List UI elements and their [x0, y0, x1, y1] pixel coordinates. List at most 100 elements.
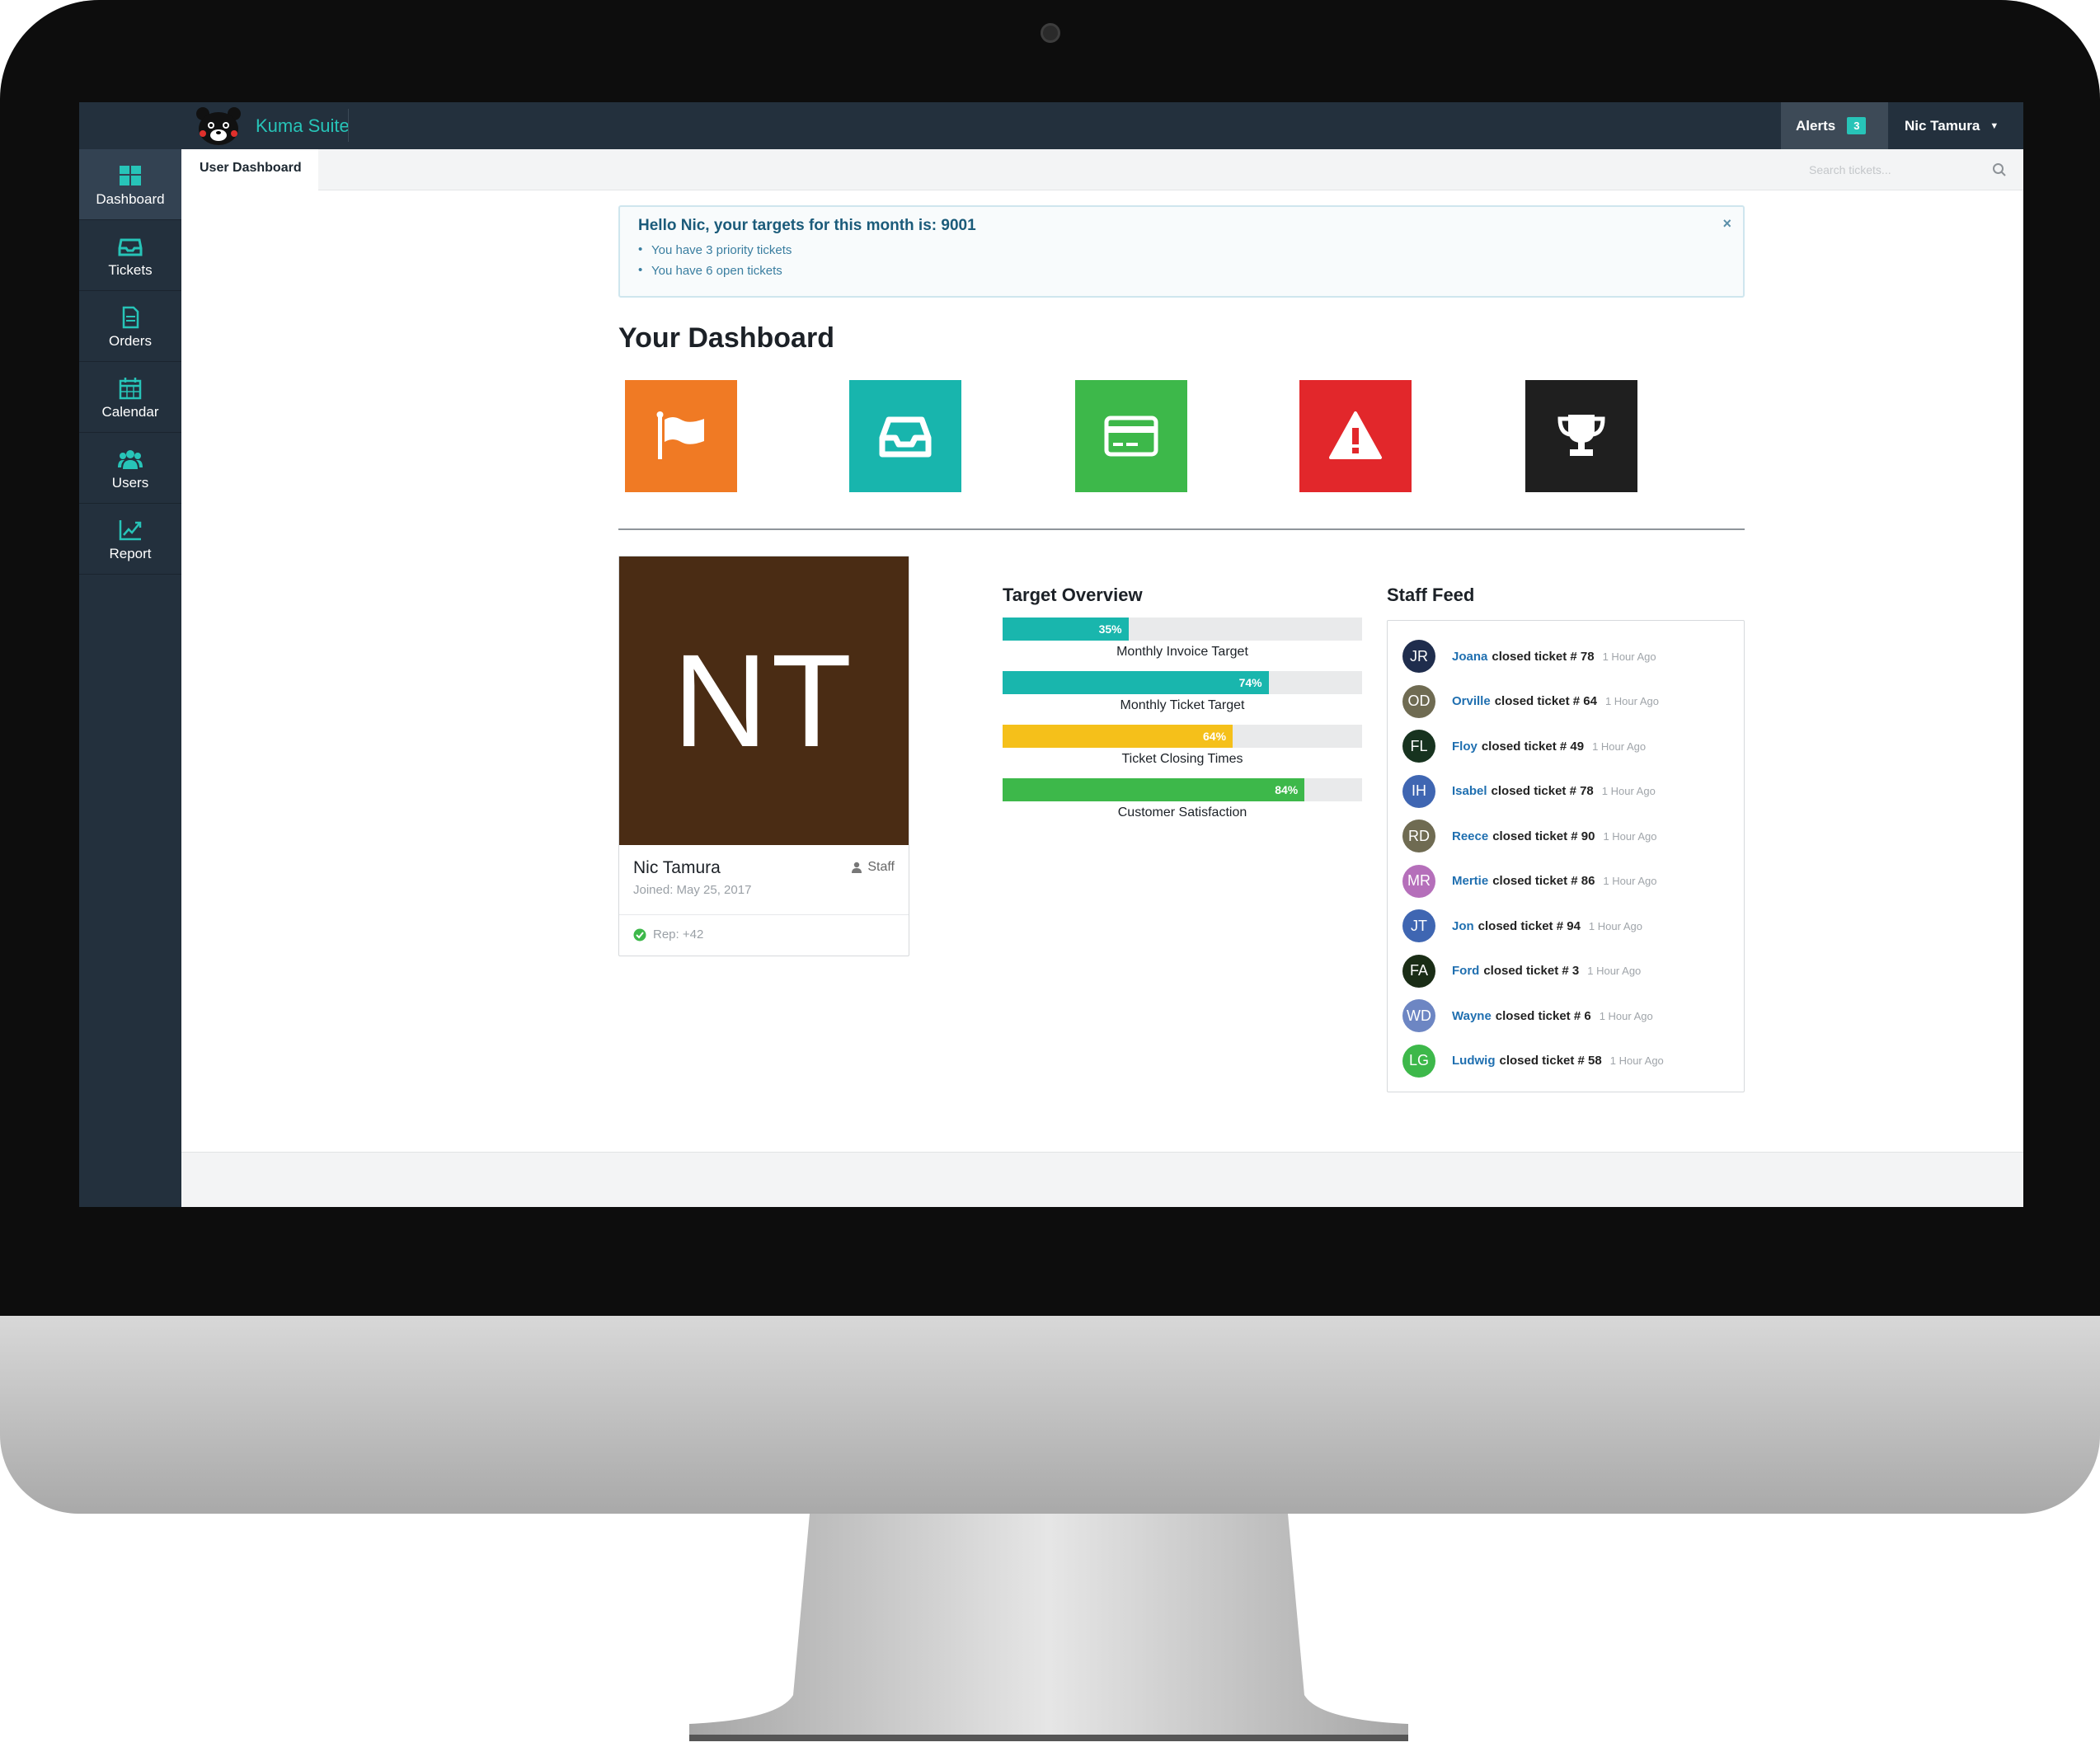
sidebar-item-label: Dashboard — [96, 191, 165, 207]
feed-item: OD Orville closed ticket # 64 1 Hour Ago — [1402, 679, 1744, 725]
feed-user-link[interactable]: Jon — [1452, 919, 1474, 933]
search-icon[interactable] — [1992, 162, 2007, 177]
avatar: WD — [1402, 999, 1435, 1033]
close-icon[interactable]: × — [1722, 215, 1731, 232]
users-icon — [118, 450, 143, 469]
tile-warning[interactable] — [1299, 380, 1412, 492]
brand-name: Kuma Suite — [256, 115, 350, 136]
feed-timestamp: 1 Hour Ago — [1609, 1054, 1664, 1068]
footer — [181, 1152, 2023, 1207]
staff-feed: JR Joana closed ticket # 78 1 Hour Ago OD Orv… — [1387, 620, 1745, 1092]
staff-feed-title: Staff Feed — [1387, 585, 1475, 605]
notice-item: You have 6 open tickets — [638, 263, 1725, 278]
feed-item: JT Jon closed ticket # 94 1 Hour Ago — [1402, 904, 1744, 949]
profile-role: Staff — [851, 860, 895, 875]
tile-inbox[interactable] — [849, 380, 961, 492]
top-navbar: Kuma Suite Alerts 3 Nic Tamura ▼ — [79, 102, 2023, 149]
progress-fill: 84% — [1003, 778, 1305, 801]
feed-action-text: closed ticket # 86 — [1492, 874, 1595, 889]
monitor-stand — [689, 1514, 1408, 1741]
avatar: RD — [1402, 819, 1435, 853]
feed-timestamp: 1 Hour Ago — [1599, 1009, 1653, 1022]
feed-timestamp: 1 Hour Ago — [1602, 650, 1656, 663]
profile-rep-value: Rep: +42 — [653, 928, 704, 942]
avatar: LG — [1402, 1044, 1435, 1078]
feed-item: RD Reece closed ticket # 90 1 Hour Ago — [1402, 814, 1744, 859]
user-menu-dropdown[interactable]: Nic Tamura ▼ — [1905, 102, 1999, 149]
feed-action-text: closed ticket # 3 — [1483, 964, 1580, 979]
notice-item: You have 3 priority tickets — [638, 242, 1725, 257]
sidebar-item-orders[interactable]: Orders — [79, 291, 181, 362]
feed-timestamp: 1 Hour Ago — [1603, 875, 1657, 888]
sidebar-item-report[interactable]: Report — [79, 504, 181, 575]
avatar: MR — [1402, 864, 1435, 898]
target-bars: 35% Monthly Invoice Target 74% Monthly Tick… — [1003, 618, 1362, 820]
webcam — [1041, 23, 1060, 43]
feed-user-link[interactable]: Orville — [1452, 694, 1491, 708]
sidebar-item-users[interactable]: Users — [79, 433, 181, 504]
feed-action-text: closed ticket # 94 — [1478, 918, 1581, 933]
warning-icon — [1329, 411, 1382, 459]
feed-user-link[interactable]: Floy — [1452, 740, 1478, 754]
sidebar: Dashboard Tickets Orders Calendar Users … — [79, 149, 181, 1207]
feed-user-link[interactable]: Joana — [1452, 650, 1487, 664]
feed-action-text: closed ticket # 90 — [1492, 829, 1595, 843]
feed-item: IH Isabel closed ticket # 78 1 Hour Ago — [1402, 769, 1744, 815]
main-content: Hello Nic, your targets for this month i… — [181, 190, 2023, 1092]
profile-role-label: Staff — [867, 860, 895, 874]
feed-item: LG Ludwig closed ticket # 58 1 Hour Ago — [1402, 1039, 1744, 1084]
imac-monitor: Kuma Suite Alerts 3 Nic Tamura ▼ Dashboa… — [0, 0, 2100, 1741]
feed-user-link[interactable]: Reece — [1452, 829, 1488, 843]
progress-fill: 64% — [1003, 725, 1233, 748]
search-input[interactable] — [1809, 163, 1992, 176]
progress-track: 84% — [1003, 778, 1362, 801]
avatar: IH — [1402, 774, 1435, 808]
sidebar-item-dashboard[interactable]: Dashboard — [79, 149, 181, 220]
progress-track: 35% — [1003, 618, 1362, 641]
inbox-icon — [118, 238, 143, 256]
brand[interactable]: Kuma Suite — [193, 102, 449, 149]
avatar: NT — [619, 557, 909, 845]
feed-user-link[interactable]: Ludwig — [1452, 1054, 1496, 1068]
avatar: OD — [1402, 684, 1435, 718]
feed-timestamp: 1 Hour Ago — [1588, 919, 1642, 932]
feed-action-text: closed ticket # 78 — [1492, 649, 1595, 664]
tile-flag[interactable] — [625, 380, 737, 492]
feed-user-link[interactable]: Mertie — [1452, 874, 1488, 888]
feed-action-text: closed ticket # 49 — [1481, 739, 1585, 754]
feed-item: JR Joana closed ticket # 78 1 Hour Ago — [1402, 634, 1744, 679]
sidebar-item-label: Orders — [109, 333, 152, 349]
feed-user-link[interactable]: Isabel — [1452, 784, 1487, 798]
profile-name: Nic Tamura — [633, 858, 721, 877]
feed-user-link[interactable]: Ford — [1452, 964, 1479, 978]
sidebar-item-calendar[interactable]: Calendar — [79, 362, 181, 433]
tab-user-dashboard[interactable]: User Dashboard — [181, 149, 318, 190]
check-circle-icon — [633, 928, 646, 941]
profile-divider — [619, 914, 909, 915]
targets-notice: Hello Nic, your targets for this month i… — [618, 205, 1745, 298]
progress-fill: 74% — [1003, 671, 1269, 694]
feed-timestamp: 1 Hour Ago — [1587, 965, 1642, 978]
feed-item: FL Floy closed ticket # 49 1 Hour Ago — [1402, 724, 1744, 769]
profile-joined-date: Joined: May 25, 2017 — [633, 883, 752, 897]
alerts-button[interactable]: Alerts 3 — [1781, 102, 1888, 149]
avatar: FA — [1402, 954, 1435, 988]
search-box — [1809, 159, 2007, 181]
tile-trophy[interactable] — [1525, 380, 1637, 492]
progress-track: 74% — [1003, 671, 1362, 694]
page-title: Your Dashboard — [618, 322, 834, 354]
tile-credit-card[interactable] — [1075, 380, 1187, 492]
feed-action-text: closed ticket # 78 — [1491, 784, 1594, 799]
avatar: FL — [1402, 730, 1435, 763]
target-bar: 84% Customer Satisfaction — [1003, 778, 1362, 820]
sidebar-item-label: Calendar — [101, 404, 159, 420]
brand-divider — [348, 109, 349, 142]
target-bar: 35% Monthly Invoice Target — [1003, 618, 1362, 660]
feed-user-link[interactable]: Wayne — [1452, 1009, 1492, 1023]
feed-action-text: closed ticket # 58 — [1499, 1054, 1602, 1068]
sidebar-item-label: Report — [109, 546, 152, 561]
chart-line-icon — [119, 520, 142, 541]
document-icon — [122, 306, 139, 329]
profile-card: NT Nic Tamura Staff Joined: May 25, 2017… — [618, 556, 909, 956]
sidebar-item-tickets[interactable]: Tickets — [79, 220, 181, 291]
